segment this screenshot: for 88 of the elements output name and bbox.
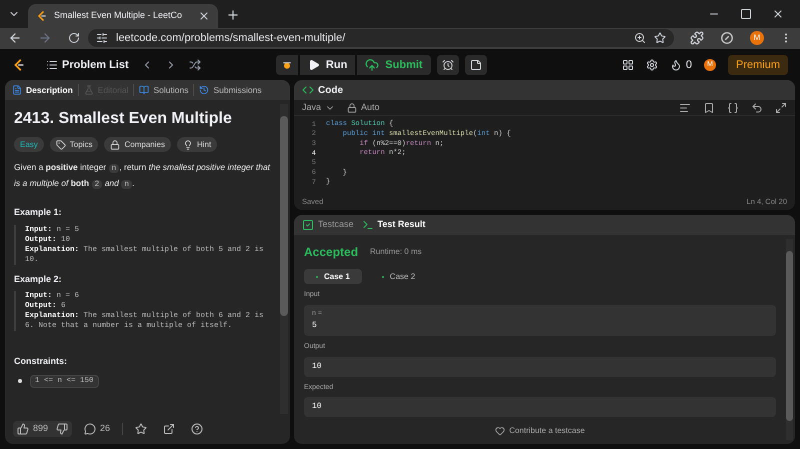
case-tab[interactable]: Case 2 [370,269,428,284]
extensions-icon[interactable] [690,31,704,45]
tab-icon [139,85,150,95]
comment-icon [84,423,96,435]
scrollbar[interactable] [786,239,793,440]
contribute-link[interactable]: Contribute a testcase [495,425,585,437]
reload-icon[interactable] [68,32,80,44]
site-info-icon[interactable] [96,32,108,44]
bookmark-star-icon[interactable] [654,32,666,44]
alarm-clock-icon [442,59,454,71]
tab-icon [302,219,314,231]
bookmark-icon[interactable] [703,102,715,114]
braces-icon[interactable] [727,102,739,114]
run-button[interactable]: Run [300,55,356,75]
value-text: 10 [312,401,323,413]
share-icon[interactable] [163,423,176,435]
notes-button[interactable] [464,55,487,75]
panel-tab[interactable]: Test Result [362,218,426,232]
panel-tab[interactable]: Description [9,84,76,96]
bullet-icon [18,379,22,384]
comments-button[interactable]: 26 [80,422,114,436]
runtime-text: Runtime: 0 ms [370,246,422,258]
panel-tab[interactable]: Testcase [302,218,354,232]
tag-button[interactable]: Hint [176,137,218,152]
address-bar[interactable]: leetcode.com/problems/smallest-even-multiple/ [88,29,674,47]
example-title: Example 2: [14,272,63,286]
extension-icon[interactable] [720,31,734,45]
tag-button[interactable]: Topics [50,137,98,152]
panel-tab[interactable]: Submissions [196,84,265,96]
topics-icon [56,140,66,150]
close-icon[interactable] [198,10,210,22]
language-dropdown[interactable]: Java [302,100,336,114]
lock-icon [347,102,358,112]
heart-icon [495,426,506,436]
timer-button[interactable] [436,55,459,75]
panel-title: Code [318,84,343,98]
difficulty-badge[interactable]: Easy [14,137,44,152]
thumbs-up-icon [17,423,29,435]
url-text: leetcode.com/problems/smallest-even-multiple/ [116,30,346,46]
cloud-upload-icon [365,58,380,72]
code-icon [302,84,314,96]
thumbs-down-icon [56,423,68,435]
format-icon[interactable] [679,102,691,114]
star-icon[interactable] [135,423,148,435]
dislike-button[interactable] [52,421,72,437]
help-icon[interactable] [191,423,204,435]
close-icon[interactable] [772,8,784,20]
leetcode-logo-icon[interactable] [12,58,26,72]
shuffle-icon[interactable] [188,59,201,71]
leetcode-logo-icon [36,10,48,22]
value-text: 5 [312,320,318,332]
tab-icon [12,85,22,95]
value-text: 10 [312,360,323,372]
auto-mode-label[interactable]: Auto [347,100,380,114]
browser-tab[interactable]: Smallest Even Multiple - LeetCo [28,4,218,28]
reset-icon[interactable] [751,102,763,114]
problem-statement: Given a positive integer n , return the smallest positive integer that is a multiple of both 2 and n . [14,161,271,191]
play-icon [308,59,320,71]
scrollbar[interactable] [280,104,288,414]
submit-button[interactable]: Submit [357,55,431,75]
flame-icon[interactable] [670,59,682,71]
tab-title: Smallest Even Multiple - LeetCo [54,9,184,22]
problem-list-link[interactable]: Problem List [62,56,129,74]
case-tab[interactable]: Case 1 [304,269,362,284]
hint-icon [182,140,193,150]
premium-button[interactable]: Premium [728,55,788,75]
verdict-text: Accepted [304,244,358,261]
tab-icon [362,219,374,231]
tab-icon [84,85,94,95]
settings-icon[interactable] [646,59,658,71]
tag-button[interactable]: Companies [104,137,171,152]
expand-icon[interactable] [775,102,787,114]
new-tab-icon[interactable] [226,8,240,22]
zoom-icon[interactable] [634,32,646,44]
constraints-title: Constraints: [14,355,68,368]
example-title: Example 1: [14,206,63,219]
note-icon [470,59,482,71]
restore-icon[interactable] [740,8,752,20]
debug-button[interactable] [276,55,298,75]
layout-icon[interactable] [622,59,634,71]
problem-title: 2413. Smallest Even Multiple [14,109,233,129]
bug-icon [280,59,293,71]
tab-icon [199,85,210,95]
companies-icon [110,140,120,150]
back-icon[interactable] [8,31,22,45]
streak-count: 0 [686,58,692,73]
panel-tab[interactable]: Solutions [136,84,192,96]
like-button[interactable]: 899 [13,421,52,437]
